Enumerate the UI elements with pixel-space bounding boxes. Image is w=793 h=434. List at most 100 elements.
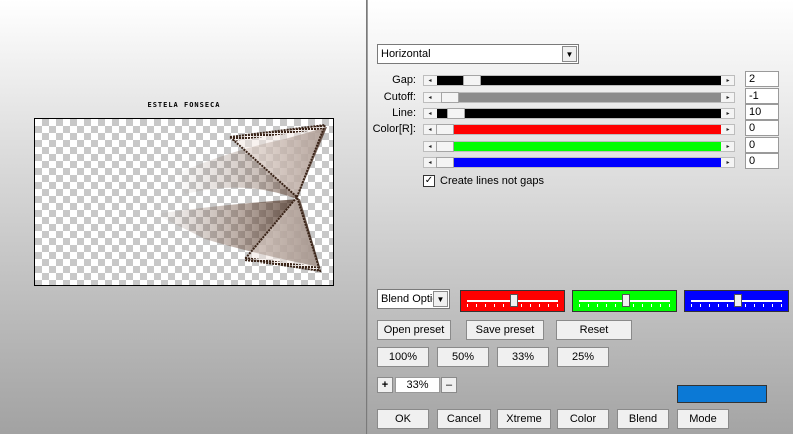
slider-tick bbox=[476, 304, 477, 307]
zoom-in-button[interactable]: + bbox=[377, 377, 393, 393]
arrow-left-icon[interactable]: ◂ bbox=[424, 93, 436, 102]
slider-tick bbox=[754, 304, 755, 307]
slider-tick bbox=[503, 304, 504, 307]
chevron-down-icon[interactable]: ▼ bbox=[433, 291, 448, 307]
slider-tick bbox=[727, 304, 728, 307]
color-g-slider-fill bbox=[454, 142, 721, 151]
cutoff-slider-thumb[interactable] bbox=[441, 92, 459, 103]
arrow-left-icon[interactable]: ◂ bbox=[424, 76, 436, 85]
blend-button[interactable]: Blend bbox=[617, 409, 669, 429]
slider-tick bbox=[642, 304, 643, 307]
gap-slider[interactable]: ◂ ▸ bbox=[423, 75, 735, 86]
slider-tick bbox=[763, 304, 764, 307]
arrow-right-icon[interactable]: ▸ bbox=[722, 125, 734, 134]
color-r-slider-thumb[interactable] bbox=[436, 124, 454, 135]
arrow-left-icon[interactable]: ◂ bbox=[424, 142, 436, 151]
arrow-right-icon[interactable]: ▸ bbox=[722, 93, 734, 102]
zoom-50-button[interactable]: 50% bbox=[437, 347, 489, 367]
line-slider[interactable]: ◂ ▸ bbox=[423, 108, 735, 119]
slider-tick bbox=[557, 304, 558, 307]
cutoff-value-field[interactable]: -1 bbox=[745, 88, 779, 104]
mode-button[interactable]: Mode bbox=[677, 409, 729, 429]
arrow-left-icon[interactable]: ◂ bbox=[424, 158, 436, 167]
red-blend-slider[interactable] bbox=[460, 290, 565, 312]
color-r-value-field[interactable]: 0 bbox=[745, 120, 779, 136]
slider-tick bbox=[700, 304, 701, 307]
line-slider-fill bbox=[465, 109, 721, 118]
color-g-slider[interactable]: ◂ ▸ bbox=[423, 141, 735, 152]
color-r-slider[interactable]: ◂ ▸ bbox=[423, 124, 735, 135]
cutoff-slider[interactable]: ◂ ▸ bbox=[423, 92, 735, 103]
zoom-100-button[interactable]: 100% bbox=[377, 347, 429, 367]
xtreme-button[interactable]: Xtreme bbox=[497, 409, 551, 429]
gap-value-field[interactable]: 2 bbox=[745, 71, 779, 87]
create-lines-label: Create lines not gaps bbox=[440, 175, 544, 187]
color-b-value-field[interactable]: 0 bbox=[745, 153, 779, 169]
line-value-field[interactable]: 10 bbox=[745, 104, 779, 120]
slider-tick bbox=[651, 304, 652, 307]
create-lines-checkbox[interactable]: ✓ bbox=[423, 175, 435, 187]
zoom-25-button[interactable]: 25% bbox=[557, 347, 609, 367]
save-preset-button[interactable]: Save preset bbox=[466, 320, 544, 340]
reset-button[interactable]: Reset bbox=[556, 320, 632, 340]
color-b-slider-thumb[interactable] bbox=[436, 157, 454, 168]
settings-pane bbox=[368, 0, 793, 434]
slider-knob[interactable] bbox=[734, 294, 742, 307]
slider-tick bbox=[606, 304, 607, 307]
arrow-right-icon[interactable]: ▸ bbox=[722, 109, 734, 118]
preview-canvas bbox=[34, 118, 334, 286]
color-r-label: Color[R]: bbox=[372, 123, 416, 135]
gap-slider-fill-left bbox=[437, 76, 463, 85]
color-swatch[interactable] bbox=[677, 385, 767, 403]
arrow-left-icon[interactable]: ◂ bbox=[424, 109, 436, 118]
zoom-value: 33% bbox=[395, 377, 440, 393]
slider-tick bbox=[772, 304, 773, 307]
slider-tick bbox=[588, 304, 589, 307]
cutoff-label: Cutoff: bbox=[383, 91, 416, 103]
color-b-slider[interactable]: ◂ ▸ bbox=[423, 157, 735, 168]
slider-tick bbox=[718, 304, 719, 307]
color-b-slider-fill bbox=[454, 158, 721, 167]
color-button[interactable]: Color bbox=[557, 409, 609, 429]
arrow-right-icon[interactable]: ▸ bbox=[722, 158, 734, 167]
slider-tick bbox=[521, 304, 522, 307]
open-preset-button[interactable]: Open preset bbox=[377, 320, 451, 340]
slider-tick bbox=[781, 304, 782, 307]
slider-knob[interactable] bbox=[622, 294, 630, 307]
blue-blend-slider[interactable] bbox=[684, 290, 789, 312]
zoom-33-button[interactable]: 33% bbox=[497, 347, 549, 367]
arrow-left-icon[interactable]: ◂ bbox=[424, 125, 436, 134]
arrow-right-icon[interactable]: ▸ bbox=[722, 142, 734, 151]
line-slider-thumb[interactable] bbox=[447, 108, 465, 119]
slider-tick bbox=[633, 304, 634, 307]
line-label: Line: bbox=[392, 107, 416, 119]
slider-tick bbox=[660, 304, 661, 307]
arrow-right-icon[interactable]: ▸ bbox=[722, 76, 734, 85]
color-g-slider-thumb[interactable] bbox=[436, 141, 454, 152]
slider-tick bbox=[485, 304, 486, 307]
preview-caption: ESTELA FONSECA bbox=[147, 101, 221, 109]
slider-tick bbox=[597, 304, 598, 307]
slider-tick bbox=[669, 304, 670, 307]
blend-options-value: Blend Optio bbox=[381, 293, 435, 305]
color-g-value-field[interactable]: 0 bbox=[745, 137, 779, 153]
slider-knob[interactable] bbox=[510, 294, 518, 307]
cancel-button[interactable]: Cancel bbox=[437, 409, 491, 429]
gap-slider-thumb[interactable] bbox=[463, 75, 481, 86]
blend-options-dropdown[interactable]: Blend Optio ▼ bbox=[377, 289, 450, 309]
zoom-out-button[interactable]: – bbox=[441, 377, 457, 393]
slider-tick bbox=[579, 304, 580, 307]
chevron-down-icon[interactable]: ▼ bbox=[562, 46, 577, 62]
slider-tick bbox=[691, 304, 692, 307]
preview-image bbox=[155, 123, 327, 273]
slider-tick bbox=[539, 304, 540, 307]
gap-slider-fill bbox=[481, 76, 721, 85]
direction-dropdown[interactable]: Horizontal ▼ bbox=[377, 44, 579, 64]
ok-button[interactable]: OK bbox=[377, 409, 429, 429]
line-slider-fill-left bbox=[437, 109, 447, 118]
slider-tick bbox=[709, 304, 710, 307]
color-r-slider-fill bbox=[454, 125, 721, 134]
green-blend-slider[interactable] bbox=[572, 290, 677, 312]
preview-pane: ESTELA FONSECA bbox=[0, 0, 367, 434]
slider-tick bbox=[548, 304, 549, 307]
